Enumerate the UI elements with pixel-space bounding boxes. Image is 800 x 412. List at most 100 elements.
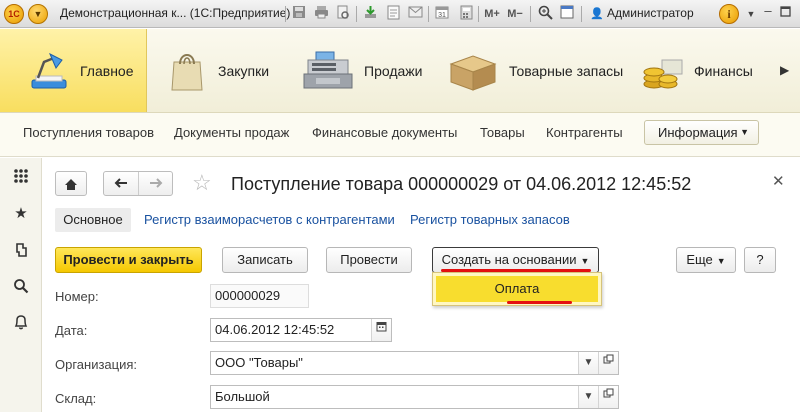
post-and-close-button[interactable]: Провести и закрыть [55, 247, 202, 273]
document-form: ☆ Поступление товара 000000029 от 04.06.… [43, 158, 800, 412]
more-button[interactable]: Еще ▼ [676, 247, 736, 273]
document-title: Поступление товара 000000029 от 04.06.20… [231, 174, 692, 194]
user-name: Администратор [607, 6, 694, 20]
nav-link-goods[interactable]: Товары [480, 125, 525, 140]
create-based-on-label: Создать на основании [441, 252, 577, 267]
chevron-down-icon: ▼ [716, 256, 726, 266]
maximize-icon[interactable] [777, 5, 793, 20]
current-user[interactable]: 👤 Администратор [590, 6, 694, 20]
shopping-bag-icon [166, 50, 208, 92]
close-icon[interactable]: ✕ [772, 172, 785, 190]
open-item-icon[interactable] [598, 386, 618, 408]
history-nav-group [103, 171, 173, 196]
search-icon[interactable] [11, 278, 31, 298]
section-finance[interactable]: Финансы [642, 29, 772, 112]
coins-icon [642, 50, 684, 92]
window-title: Демонстрационная к... (1С:Предприятие) [60, 6, 291, 20]
preview-icon[interactable] [334, 5, 352, 23]
warehouse-field[interactable]: Большой ▼ [210, 385, 619, 409]
warehouse-value: Большой [215, 389, 270, 404]
number-label: Номер: [55, 289, 99, 304]
document-icon[interactable] [384, 5, 402, 23]
tab-main[interactable]: Основное [55, 208, 131, 232]
section-purchases[interactable]: Закупки [166, 29, 286, 112]
main-menu-icon[interactable]: ▼ [28, 4, 48, 24]
open-item-icon[interactable] [598, 352, 618, 374]
sections-panel: Главное Закупки Продажи Товарные запасы … [0, 29, 800, 113]
toolbar-separator [356, 6, 357, 22]
section-sales-label: Продажи [364, 62, 423, 79]
print-icon[interactable] [312, 5, 330, 23]
arrow-right-icon [150, 178, 163, 188]
nav-link-counterparties[interactable]: Контрагенты [546, 125, 623, 140]
home-button[interactable] [55, 171, 87, 196]
section-purchases-label: Закупки [218, 62, 270, 79]
more-button-label: Еще [686, 252, 713, 267]
nav-link-sales-documents[interactable]: Документы продаж [174, 125, 289, 140]
user-icon: 👤 [590, 8, 604, 20]
mail-icon[interactable] [406, 5, 424, 23]
post-button[interactable]: Провести [326, 247, 412, 273]
organization-label: Организация: [55, 357, 138, 372]
section-sales[interactable]: Продажи [302, 29, 432, 112]
apps-grid-icon[interactable] [11, 168, 31, 188]
information-button-label: Информация [658, 125, 738, 140]
favorite-star-icon[interactable]: ☆ [192, 170, 212, 196]
save-button[interactable]: Записать [222, 247, 308, 273]
section-inventory-label: Товарные запасы [509, 62, 624, 79]
calendar-icon[interactable]: 31 [433, 5, 451, 23]
1c-logo-icon[interactable]: 1С [4, 4, 24, 24]
zoom-icon[interactable] [536, 5, 554, 23]
nav-link-financial-documents[interactable]: Финансовые документы [312, 125, 457, 140]
section-inventory[interactable]: Товарные запасы [447, 29, 624, 112]
desk-lamp-icon [28, 50, 70, 92]
tab-mutual-settlements-register[interactable]: Регистр взаиморасчетов с контрагентами [144, 212, 395, 227]
information-dropdown-button[interactable]: Информация ▼ [644, 120, 759, 145]
nav-link-goods-receipts[interactable]: Поступления товаров [23, 125, 154, 140]
calendar-picker-icon[interactable] [371, 319, 391, 341]
help-button[interactable]: ? [744, 247, 776, 273]
toolbar-separator [530, 6, 531, 22]
window-layout-icon[interactable] [558, 5, 576, 23]
memory-plus-icon[interactable]: M+ [483, 5, 501, 23]
organization-field[interactable]: ООО "Товары" ▼ [210, 351, 619, 375]
favorites-star-icon[interactable]: ★ [11, 204, 31, 224]
memory-minus-icon[interactable]: M− [506, 5, 524, 23]
minimize-icon[interactable]: – [760, 3, 776, 18]
toolbar-separator [478, 6, 479, 22]
navigation-bar: Поступления товаров Документы продаж Фин… [0, 113, 800, 157]
section-finance-label: Финансы [694, 62, 753, 79]
date-value: 04.06.2012 12:45:52 [215, 322, 335, 337]
forward-button[interactable] [139, 172, 173, 195]
section-main[interactable]: Главное [0, 29, 147, 112]
warehouse-label: Склад: [55, 391, 97, 406]
download-icon[interactable] [361, 5, 379, 23]
home-icon [65, 179, 77, 191]
toolbar-separator [428, 6, 429, 22]
history-icon[interactable] [11, 242, 31, 262]
info-dropdown-icon[interactable]: ▼ [743, 9, 759, 19]
chevron-down-icon: ▼ [580, 256, 590, 266]
info-icon[interactable]: i [719, 4, 739, 24]
left-tool-panel: ★ [0, 158, 42, 412]
cash-register-icon [302, 50, 354, 92]
organization-value: ООО "Товары" [215, 355, 303, 370]
tab-inventory-register[interactable]: Регистр товарных запасов [410, 212, 570, 227]
number-field[interactable]: 000000029 [210, 284, 309, 308]
save-icon[interactable] [290, 5, 308, 23]
toolbar-separator [285, 6, 286, 22]
menu-item-payment[interactable]: Оплата [436, 276, 598, 302]
sections-scroll-right-icon[interactable]: ▶ [780, 63, 789, 77]
back-button[interactable] [104, 172, 139, 195]
toolbar-separator [581, 6, 582, 22]
date-field[interactable]: 04.06.2012 12:45:52 [210, 318, 392, 342]
notification-bell-icon[interactable] [11, 314, 31, 334]
window-titlebar: 1С ▼ Демонстрационная к... (1С:Предприят… [0, 0, 800, 28]
calculator-icon[interactable] [457, 5, 475, 23]
chevron-down-icon[interactable]: ▼ [578, 386, 598, 408]
highlight-underline [507, 301, 572, 304]
date-label: Дата: [55, 323, 88, 338]
chevron-down-icon: ▼ [740, 127, 749, 137]
box-icon [447, 50, 499, 92]
chevron-down-icon[interactable]: ▼ [578, 352, 598, 374]
